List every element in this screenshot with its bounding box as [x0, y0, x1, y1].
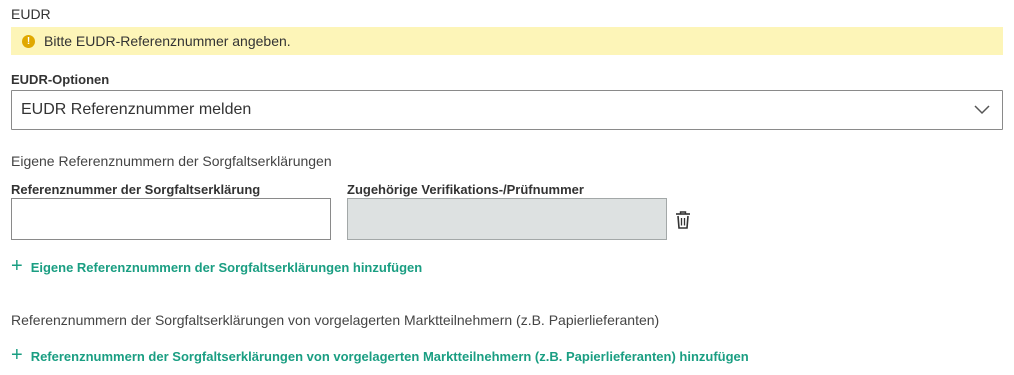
ref-number-input[interactable] — [11, 198, 331, 240]
add-upstream-refs-link[interactable]: + Referenznummern der Sorgfaltserklärung… — [11, 344, 749, 366]
own-refs-heading: Eigene Referenznummern der Sorgfaltserkl… — [11, 153, 332, 169]
eudr-options-select[interactable]: EUDR Referenznummer melden — [11, 90, 1003, 130]
options-label: EUDR-Optionen — [11, 72, 110, 87]
verif-number-input — [347, 198, 667, 240]
chevron-down-icon — [974, 105, 990, 115]
plus-icon: + — [11, 344, 23, 366]
add-upstream-refs-label: Referenznummern der Sorgfaltserklärungen… — [30, 348, 749, 364]
select-value: EUDR Referenznummer melden — [21, 101, 252, 118]
plus-icon: + — [11, 255, 23, 277]
add-own-refs-link[interactable]: + Eigene Referenznummern der Sorgfaltser… — [11, 255, 423, 277]
ref-number-label: Referenznummer der Sorgfaltserklärung — [11, 182, 261, 197]
warning-icon: ! — [22, 34, 35, 48]
warning-banner: ! Bitte EUDR-Referenznummer angeben. — [11, 27, 1003, 55]
add-own-refs-label: Eigene Referenznummern der Sorgfaltserkl… — [30, 259, 423, 275]
section-title: EUDR — [11, 6, 51, 22]
warning-text: Bitte EUDR-Referenznummer angeben. — [44, 33, 291, 49]
upstream-refs-heading: Referenznummern der Sorgfaltserklärungen… — [11, 312, 660, 328]
trash-icon[interactable] — [674, 210, 692, 230]
verif-number-label: Zugehörige Verifikations-/Prüfnummer — [347, 182, 584, 197]
